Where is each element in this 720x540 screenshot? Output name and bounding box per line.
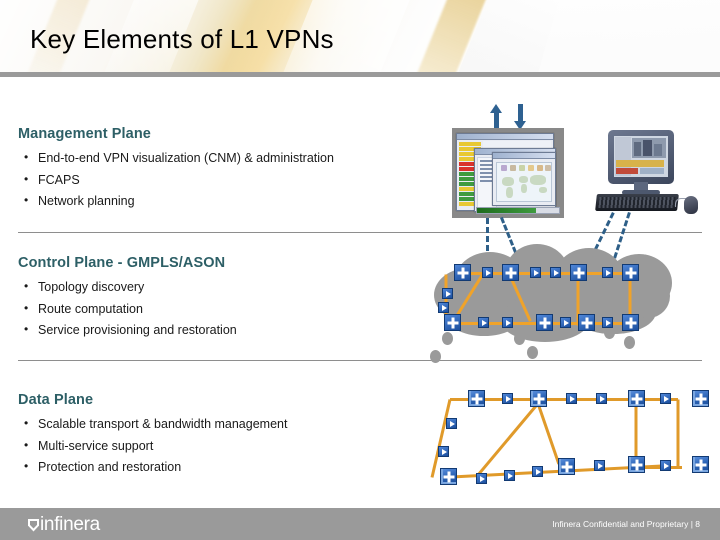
- header-texture-streak: [403, 0, 493, 72]
- router-node-icon: [454, 264, 471, 281]
- header-texture-streak: [442, 0, 618, 72]
- link-arrow-icon: [482, 267, 493, 278]
- link-arrow-icon: [502, 393, 513, 404]
- link-arrow-icon: [660, 460, 671, 471]
- slide: Key Elements of L1 VPNs Management Plane…: [0, 0, 720, 540]
- link-arrow-icon: [478, 317, 489, 328]
- infinera-logo: infinera: [28, 514, 100, 536]
- list-item: Topology discovery: [18, 279, 438, 296]
- section-heading-data: Data Plane: [18, 392, 94, 408]
- link-arrow-icon: [502, 317, 513, 328]
- router-node-icon: [570, 264, 587, 281]
- link-arrow-icon: [438, 446, 449, 457]
- topology-link: [430, 399, 452, 478]
- link-arrow-icon: [442, 288, 453, 299]
- link-arrow-icon: [438, 302, 449, 313]
- switch-cube-node-icon: [628, 456, 645, 473]
- computer-monitor-icon: [608, 130, 682, 195]
- link-arrow-icon: [532, 466, 543, 477]
- list-item: End-to-end VPN visualization (CNM) & adm…: [18, 150, 438, 167]
- switch-cube-node-icon: [628, 390, 645, 407]
- bullet-list-data: Scalable transport & bandwidth managemen…: [18, 416, 438, 476]
- arrow-up-icon: [490, 104, 502, 130]
- switch-cube-node-icon: [440, 468, 457, 485]
- router-node-icon: [502, 264, 519, 281]
- link-arrow-icon: [504, 470, 515, 481]
- nms-window-map: [492, 152, 556, 206]
- management-traffic-arrows: [484, 104, 544, 130]
- section-heading-control: Control Plane - GMPLS/ASON: [18, 255, 226, 271]
- world-map-view: [496, 162, 552, 202]
- list-item: Protection and restoration: [18, 459, 438, 476]
- list-item: Network planning: [18, 193, 438, 210]
- section-divider: [18, 232, 702, 233]
- switch-cube-node-icon: [558, 458, 575, 475]
- topology-link: [676, 399, 680, 468]
- router-node-icon: [444, 314, 461, 331]
- slide-header: Key Elements of L1 VPNs: [0, 0, 720, 72]
- header-divider: [0, 72, 720, 77]
- arrow-down-icon: [514, 104, 526, 130]
- list-item: FCAPS: [18, 172, 438, 189]
- link-arrow-icon: [566, 393, 577, 404]
- link-arrow-icon: [660, 393, 671, 404]
- switch-cube-node-icon: [692, 390, 709, 407]
- list-item: Multi-service support: [18, 438, 438, 455]
- nms-progress-bar: [476, 207, 560, 214]
- topology-link: [475, 402, 540, 479]
- link-arrow-icon: [602, 267, 613, 278]
- logo-text: infinera: [40, 514, 100, 535]
- mouse-icon: [684, 196, 698, 214]
- link-arrow-icon: [550, 267, 561, 278]
- switch-cube-node-icon: [468, 390, 485, 407]
- section-management-plane: Management Plane End-to-end VPN visualiz…: [18, 126, 438, 216]
- link-arrow-icon: [594, 460, 605, 471]
- link-arrow-icon: [560, 317, 571, 328]
- keyboard-icon: [595, 194, 679, 211]
- router-node-icon: [622, 264, 639, 281]
- control-plane-cloud: [430, 240, 700, 363]
- bullet-list-management: End-to-end VPN visualization (CNM) & adm…: [18, 150, 438, 210]
- link-arrow-icon: [530, 267, 541, 278]
- page-title: Key Elements of L1 VPNs: [30, 24, 334, 54]
- list-item: Scalable transport & bandwidth managemen…: [18, 416, 438, 433]
- router-node-icon: [622, 314, 639, 331]
- confidentiality-notice: Infinera Confidential and Proprietary | …: [552, 519, 700, 529]
- section-data-plane: Data Plane Scalable transport & bandwidt…: [18, 392, 438, 482]
- section-divider: [18, 360, 702, 361]
- nms-application-screenshot: [452, 128, 564, 218]
- monitor-screen: [614, 136, 668, 177]
- switch-cube-node-icon: [692, 456, 709, 473]
- infinera-shield-icon: [28, 518, 39, 532]
- router-node-icon: [536, 314, 553, 331]
- link-arrow-icon: [446, 418, 457, 429]
- list-item: Route computation: [18, 301, 438, 318]
- router-node-icon: [578, 314, 595, 331]
- header-texture-streak: [526, 0, 720, 72]
- switch-cube-node-icon: [530, 390, 547, 407]
- list-item: Service provisioning and restoration: [18, 322, 438, 339]
- section-control-plane: Control Plane - GMPLS/ASON Topology disc…: [18, 255, 438, 345]
- bullet-list-control: Topology discovery Route computation Ser…: [18, 279, 438, 339]
- link-arrow-icon: [596, 393, 607, 404]
- section-heading-management: Management Plane: [18, 126, 151, 142]
- link-arrow-icon: [476, 473, 487, 484]
- link-arrow-icon: [602, 317, 613, 328]
- topology-link: [536, 403, 561, 465]
- data-plane-topology: [410, 388, 709, 496]
